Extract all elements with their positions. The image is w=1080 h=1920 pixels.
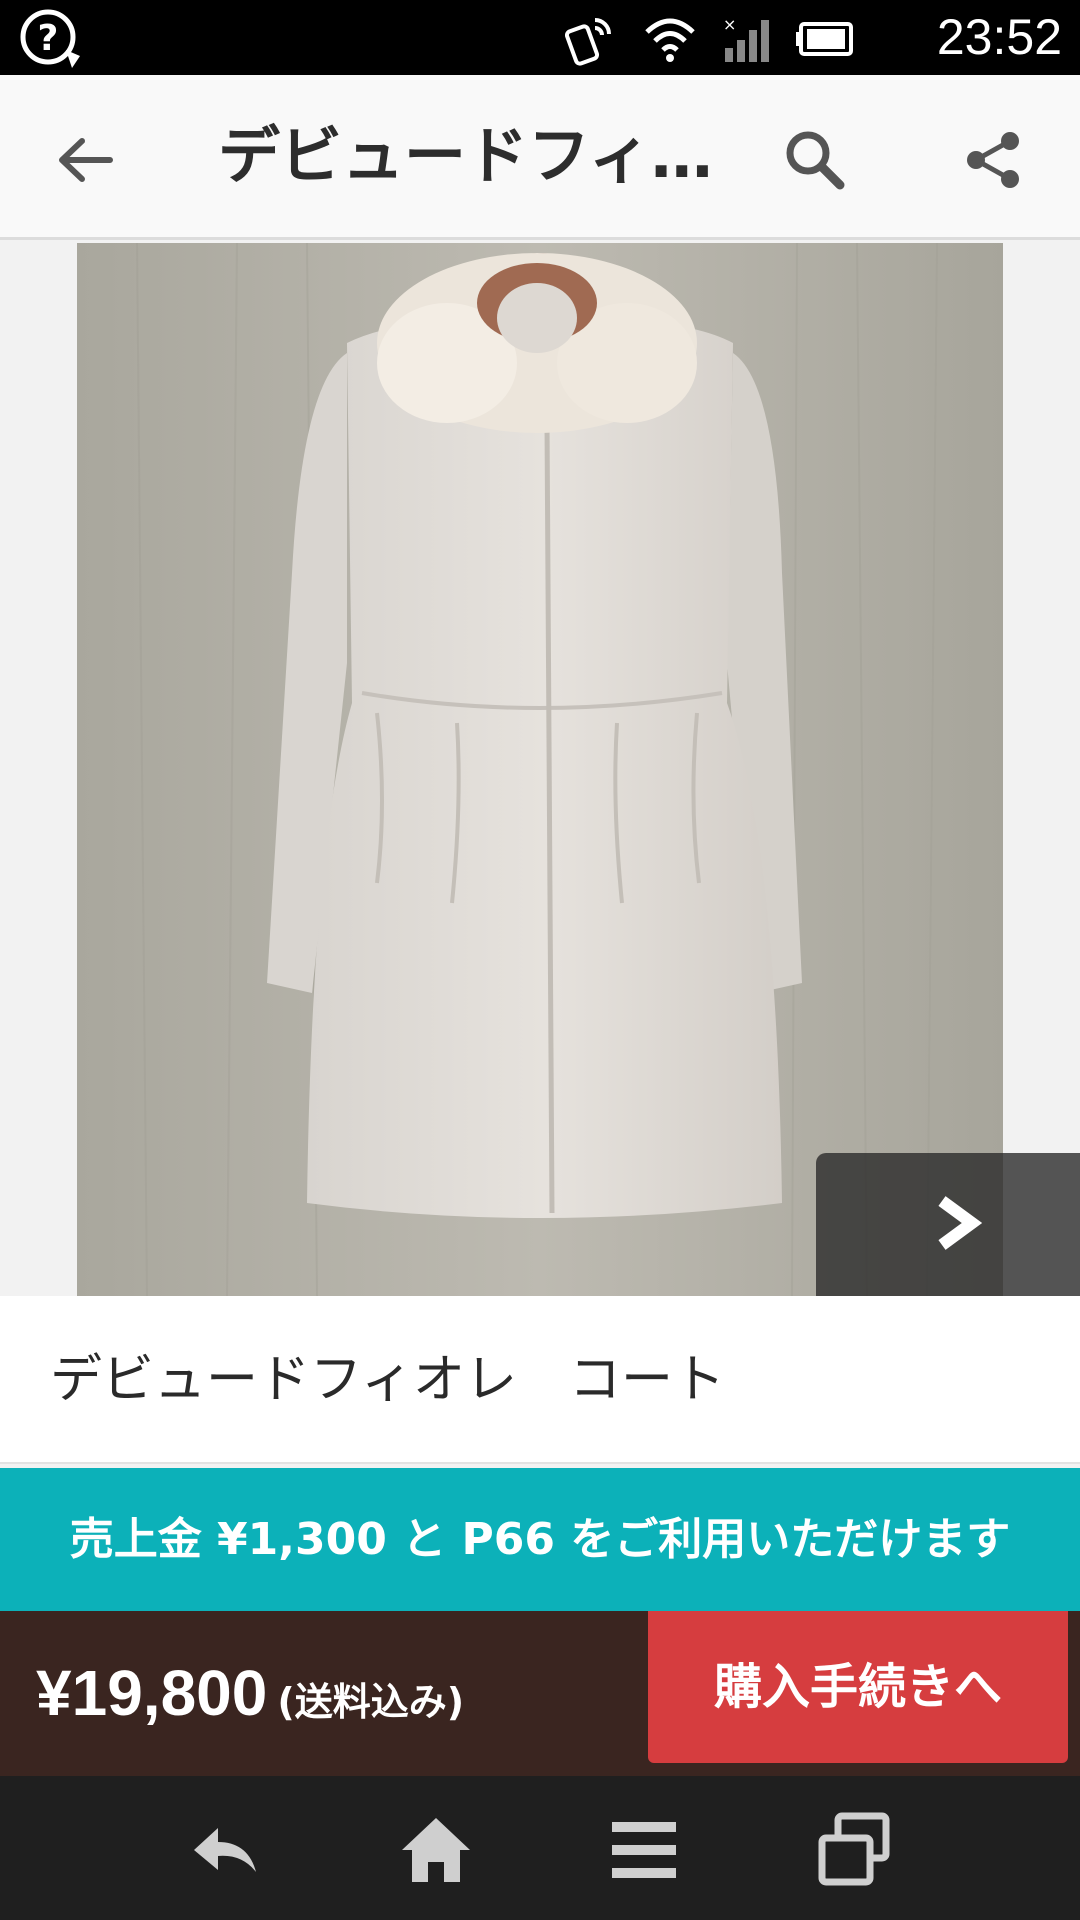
- battery-icon: [796, 22, 853, 56]
- status-icons: ×: [565, 12, 855, 66]
- app-bar: デビュードフィ…: [0, 75, 1080, 240]
- back-icon[interactable]: [188, 1812, 264, 1888]
- svg-text:×: ×: [723, 15, 736, 34]
- nfc-icon: [565, 18, 611, 66]
- page-title: デビュードフィ…: [218, 119, 708, 192]
- product-title-section: デビュードフィオレ コート: [0, 1296, 1080, 1464]
- buy-button[interactable]: 購入手続きへ: [648, 1611, 1068, 1763]
- image-carousel[interactable]: [0, 243, 1080, 1296]
- home-icon[interactable]: [398, 1812, 474, 1888]
- menu-icon[interactable]: [606, 1812, 682, 1888]
- product-title: デビュードフィオレ コート: [50, 1350, 725, 1410]
- arrow-left-icon[interactable]: [50, 125, 120, 195]
- search-icon[interactable]: [780, 125, 850, 195]
- chevron-right-icon: [938, 1196, 982, 1250]
- points-banner-text: 売上金 ¥1,300 と P66 をご利用いただけます: [69, 1514, 1011, 1565]
- shipping-note: (送料込み): [277, 1680, 465, 1724]
- system-nav-bar: [0, 1776, 1080, 1920]
- clock: 23:52: [936, 9, 1062, 65]
- purchase-bar: ¥19,800 (送料込み) 購入手続きへ: [0, 1611, 1080, 1776]
- next-image-button[interactable]: [816, 1153, 1080, 1296]
- product-photo[interactable]: [77, 243, 1003, 1296]
- svg-text:?: ?: [38, 18, 59, 59]
- share-icon[interactable]: [958, 125, 1028, 195]
- price-amount: ¥19,800: [36, 1657, 268, 1729]
- wifi-icon: [645, 18, 695, 62]
- help-circle-icon: ?: [20, 9, 80, 68]
- price-display: ¥19,800 (送料込み): [36, 1611, 464, 1776]
- points-banner: 売上金 ¥1,300 と P66 をご利用いただけます: [0, 1468, 1080, 1633]
- status-bar: ? × 23:52: [0, 0, 1080, 75]
- cellular-signal-icon: ×: [723, 15, 769, 62]
- recent-apps-icon[interactable]: [816, 1812, 892, 1888]
